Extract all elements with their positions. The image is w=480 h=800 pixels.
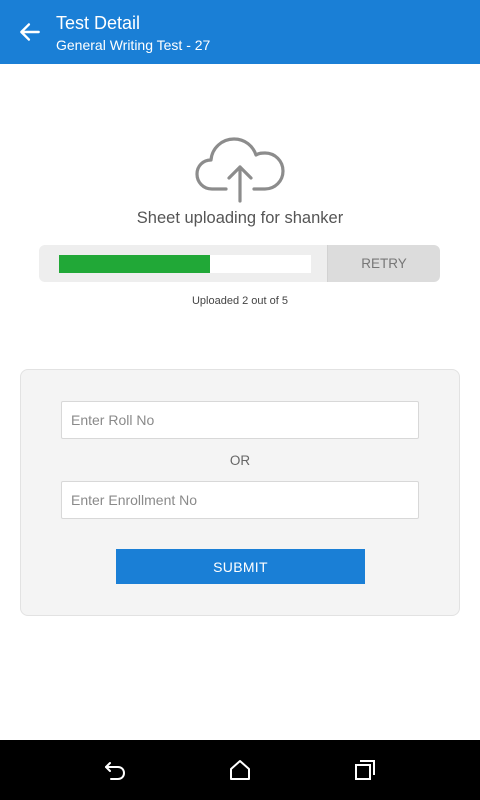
enrollment-no-input[interactable]	[61, 481, 419, 519]
nav-back-button[interactable]	[100, 755, 130, 785]
student-lookup-form: OR SUBMIT	[20, 369, 460, 616]
app-bar: Test Detail General Writing Test - 27	[0, 0, 480, 64]
page-subtitle: General Writing Test - 27	[56, 37, 211, 53]
progress-fill	[59, 255, 211, 273]
arrow-left-icon	[20, 23, 40, 41]
back-button[interactable]	[10, 12, 50, 52]
upload-progress-card: RETRY	[39, 245, 440, 282]
home-icon	[230, 760, 250, 780]
progress-bar	[59, 255, 311, 273]
page-title: Test Detail	[56, 13, 141, 33]
recent-apps-icon	[355, 760, 375, 780]
system-nav-bar	[0, 740, 480, 800]
retry-button[interactable]: RETRY	[327, 245, 440, 282]
or-divider: OR	[229, 453, 251, 468]
nav-recents-button[interactable]	[350, 755, 380, 785]
submit-button[interactable]: SUBMIT	[116, 549, 365, 584]
nav-back-icon	[105, 762, 126, 780]
cloud-upload-icon	[195, 137, 285, 203]
upload-status: Uploaded 2 out of 5	[191, 295, 289, 307]
upload-title: Sheet uploading for shanker	[136, 209, 344, 227]
nav-home-button[interactable]	[225, 755, 255, 785]
roll-no-input[interactable]	[61, 401, 419, 439]
